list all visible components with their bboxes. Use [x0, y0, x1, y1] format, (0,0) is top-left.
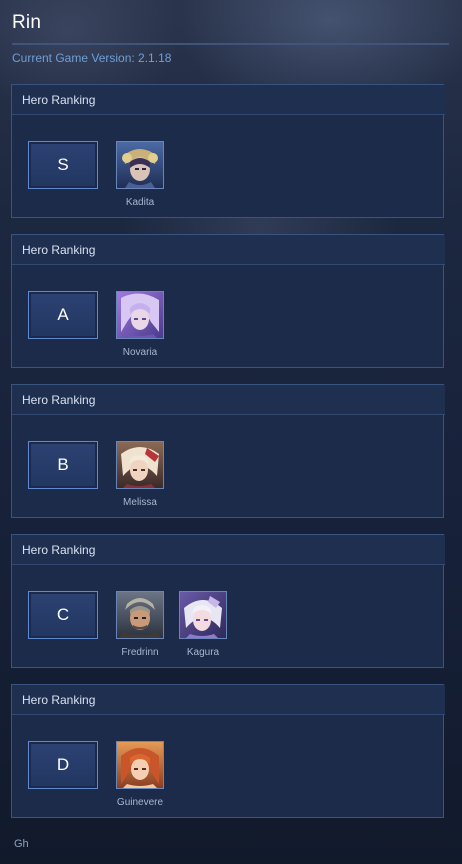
- hero-item-kagura[interactable]: Kagura: [169, 591, 237, 661]
- footer-text: Gh: [14, 838, 29, 850]
- tier-card-a: Hero Ranking A Novaria: [11, 234, 445, 368]
- tier-card-d: Hero Ranking D Guinevere: [11, 684, 445, 818]
- card-header-label: Hero Ranking: [22, 393, 96, 407]
- hero-name: Kagura: [186, 647, 220, 658]
- tier-card-s: Hero Ranking S Kadita: [11, 84, 445, 218]
- hero-name: Kadita: [125, 197, 155, 208]
- tier-card-b: Hero Ranking B Melissa: [11, 384, 445, 518]
- hero-item-melissa[interactable]: Melissa: [106, 441, 174, 511]
- hero-name: Guinevere: [116, 797, 164, 808]
- hero-name: Fredrinn: [121, 647, 159, 658]
- game-version-label: Current Game Version: 2.1.18: [12, 51, 172, 65]
- card-header-label: Hero Ranking: [22, 93, 96, 107]
- hero-item-fredrinn[interactable]: Fredrinn: [106, 591, 174, 661]
- card-header-label: Hero Ranking: [22, 243, 96, 257]
- hero-portrait-guinevere[interactable]: [116, 741, 164, 789]
- hero-name: Melissa: [123, 497, 157, 508]
- hero-portrait-kadita[interactable]: [116, 141, 164, 189]
- page-title: Rin: [12, 12, 42, 33]
- hero-name: Novaria: [122, 347, 158, 358]
- rank-badge-a: A: [28, 291, 98, 339]
- rank-badge-c: C: [28, 591, 98, 639]
- card-header: Hero Ranking: [12, 235, 445, 265]
- card-header: Hero Ranking: [12, 685, 445, 715]
- card-header-label: Hero Ranking: [22, 543, 96, 557]
- hero-item-guinevere[interactable]: Guinevere: [106, 741, 174, 811]
- rank-badge-s: S: [28, 141, 98, 189]
- hero-item-novaria[interactable]: Novaria: [106, 291, 174, 361]
- tier-card-c: Hero Ranking C Fredrinn Kagura: [11, 534, 445, 668]
- rank-badge-b: B: [28, 441, 98, 489]
- hero-item-kadita[interactable]: Kadita: [106, 141, 174, 211]
- hero-portrait-fredrinn[interactable]: [116, 591, 164, 639]
- title-divider: [12, 43, 449, 45]
- rank-badge-d: D: [28, 741, 98, 789]
- hero-portrait-melissa[interactable]: [116, 441, 164, 489]
- hero-portrait-novaria[interactable]: [116, 291, 164, 339]
- hero-portrait-kagura[interactable]: [179, 591, 227, 639]
- card-header-label: Hero Ranking: [22, 693, 96, 707]
- card-header: Hero Ranking: [12, 535, 445, 565]
- card-header: Hero Ranking: [12, 385, 445, 415]
- card-header: Hero Ranking: [12, 85, 445, 115]
